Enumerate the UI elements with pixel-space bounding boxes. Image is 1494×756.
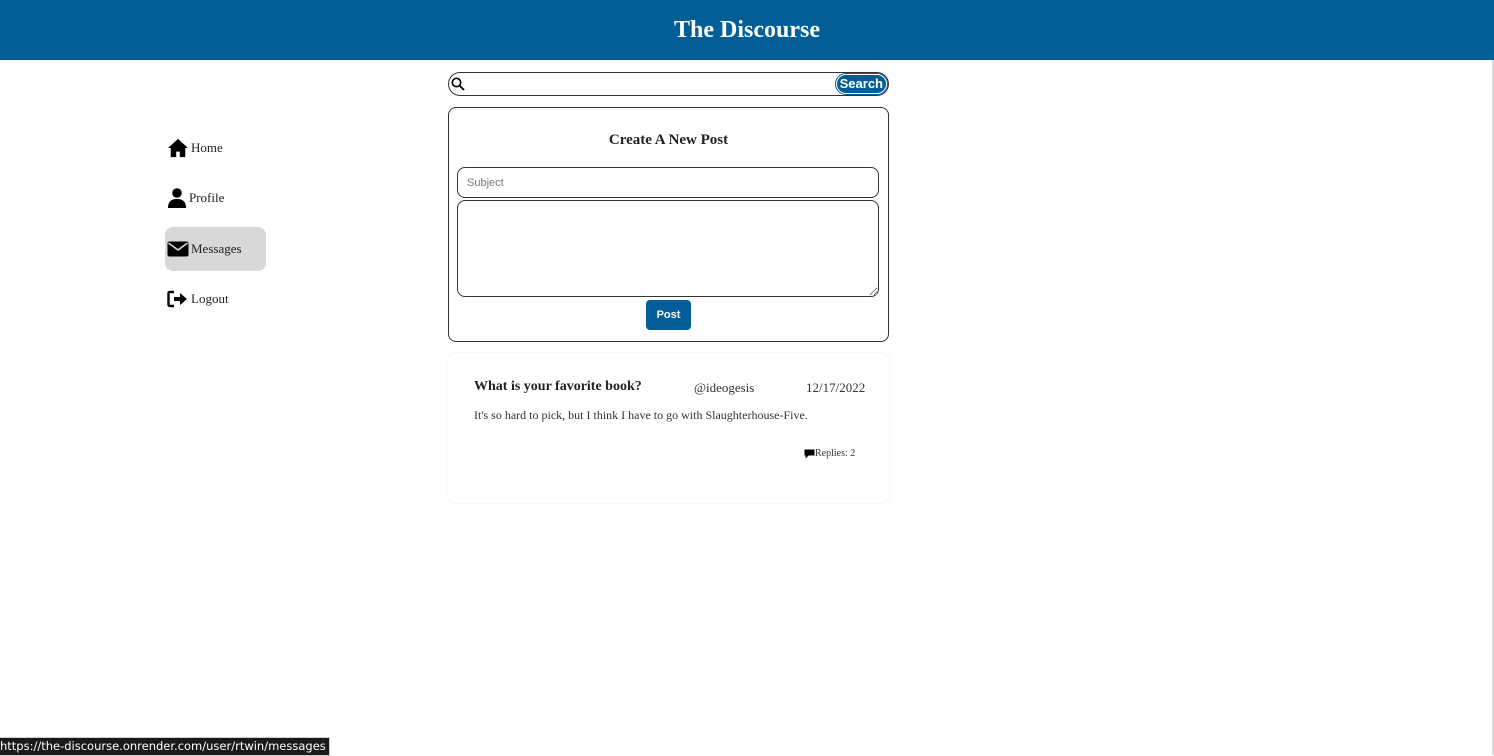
search-button[interactable]: Search [834,73,889,95]
create-post-card: Create A New Post Post [448,107,889,342]
sidebar-item-home[interactable]: Home [165,126,266,170]
search-input[interactable] [465,75,836,93]
post-body-textarea[interactable] [457,200,879,297]
replies-link[interactable]: Replies: 2 [804,448,855,459]
post-date: 12/17/2022 [806,380,866,395]
search-bar: Search [448,72,889,96]
sidebar-item-label: Home [191,140,223,155]
site-title: The Discourse [674,16,820,43]
subject-input[interactable] [457,167,879,198]
sidebar-item-profile[interactable]: Profile [165,176,266,220]
sidebar-item-label: Logout [191,291,229,306]
search-icon [451,77,465,91]
user-icon [168,188,186,208]
sidebar-item-label: Messages [191,241,242,256]
replies-count: Replies: 2 [815,448,856,459]
envelope-icon [167,241,189,257]
sidebar-item-logout[interactable]: Logout [165,277,266,321]
post-button[interactable]: Post [646,300,691,330]
create-post-title: Create A New Post [608,132,729,148]
comment-icon [804,449,815,458]
logout-icon [167,290,187,308]
post-title[interactable]: What is your favorite book? [474,379,642,395]
home-icon [168,138,188,158]
site-header: The Discourse [0,0,1494,60]
sidebar-item-label: Profile [189,190,225,205]
post-author[interactable]: @ideogesis [694,380,754,396]
sidebar-item-messages[interactable]: Messages [165,227,266,271]
status-bar-url: https://the-discourse.onrender.com/user/… [0,737,330,756]
post-card[interactable]: What is your favorite book? @ideogesis 1… [448,353,889,503]
post-body: It's so hard to pick, but I think I have… [474,408,808,422]
